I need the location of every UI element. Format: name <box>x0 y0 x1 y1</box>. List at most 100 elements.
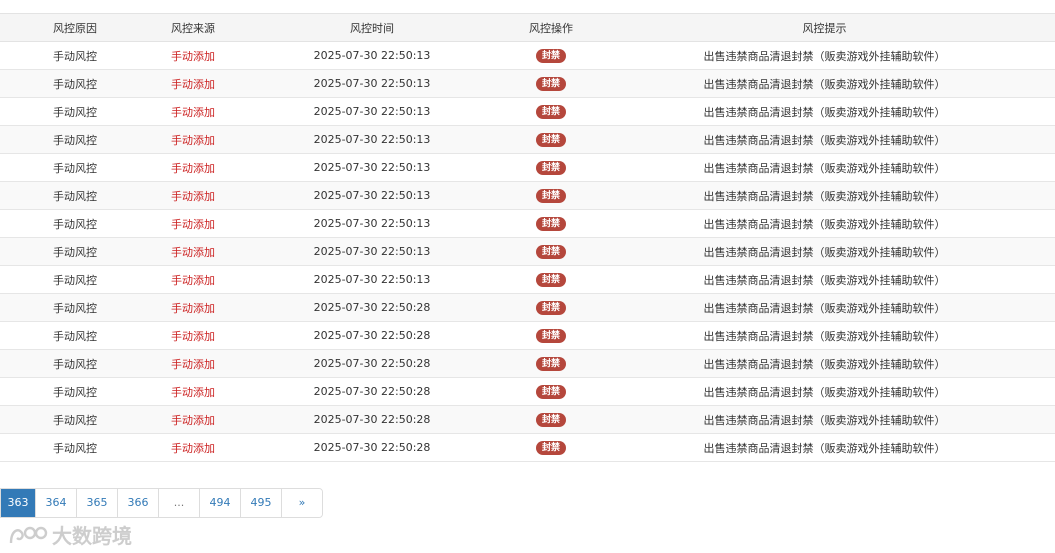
cell-reason: 手动风控 <box>0 237 150 266</box>
action-badge: 封禁 <box>535 384 566 399</box>
cell-reason: 手动风控 <box>0 349 150 378</box>
cell-reason: 手动风控 <box>0 265 150 294</box>
cell-tip: 出售违禁商品清退封禁（贩卖游戏外挂辅助软件） <box>594 125 1055 154</box>
cell-source: 手动添加 <box>150 41 236 70</box>
cell-source: 手动添加 <box>150 153 236 182</box>
cell-source: 手动添加 <box>150 97 236 126</box>
table-body: 手动风控 手动添加 2025-07-30 22:50:13 封禁 出售违禁商品清退封禁（… <box>0 41 1055 462</box>
cell-tip: 出售违禁商品清退封禁（贩卖游戏外挂辅助软件） <box>594 237 1055 266</box>
cell-source: 手动添加 <box>150 237 236 266</box>
action-badge: 封禁 <box>535 216 566 231</box>
column-header-tip[interactable]: 风控提示 <box>594 13 1055 42</box>
cell-tip: 出售违禁商品清退封禁（贩卖游戏外挂辅助软件） <box>594 209 1055 238</box>
cell-tip: 出售违禁商品清退封禁（贩卖游戏外挂辅助软件） <box>594 321 1055 350</box>
table-row: 手动风控 手动添加 2025-07-30 22:50:13 封禁 出售违禁商品清退封禁（… <box>0 181 1055 210</box>
cell-reason: 手动风控 <box>0 209 150 238</box>
cell-source: 手动添加 <box>150 349 236 378</box>
action-badge: 封禁 <box>535 300 566 315</box>
cell-time: 2025-07-30 22:50:28 <box>236 433 508 462</box>
table-header-row: 风控原因 风控来源 风控时间 风控操作 风控提示 <box>0 13 1055 42</box>
cell-time: 2025-07-30 22:50:13 <box>236 125 508 154</box>
table-row: 手动风控 手动添加 2025-07-30 22:50:28 封禁 出售违禁商品清退封禁（… <box>0 321 1055 350</box>
cell-source: 手动添加 <box>150 293 236 322</box>
column-header-time[interactable]: 风控时间 <box>236 13 508 42</box>
cell-source: 手动添加 <box>150 377 236 406</box>
cell-reason: 手动风控 <box>0 153 150 182</box>
action-badge: 封禁 <box>535 132 566 147</box>
table-header: 风控原因 风控来源 风控时间 风控操作 风控提示 <box>0 13 1055 42</box>
cell-reason: 手动风控 <box>0 181 150 210</box>
page: 风控原因 风控来源 风控时间 风控操作 风控提示 手动风控 手动添加 2025-07… <box>0 0 1055 553</box>
pagination-page-363[interactable]: 363 <box>1 489 35 517</box>
cell-tip: 出售违禁商品清退封禁（贩卖游戏外挂辅助软件） <box>594 433 1055 462</box>
pagination-page-495[interactable]: 495 <box>240 489 281 517</box>
action-badge: 封禁 <box>535 76 566 91</box>
table-row: 手动风控 手动添加 2025-07-30 22:50:13 封禁 出售违禁商品清退封禁（… <box>0 125 1055 154</box>
cell-action: 封禁 <box>508 321 594 350</box>
pagination-page-364[interactable]: 364 <box>35 489 76 517</box>
cell-source: 手动添加 <box>150 209 236 238</box>
cell-action: 封禁 <box>508 125 594 154</box>
cell-reason: 手动风控 <box>0 377 150 406</box>
cell-source: 手动添加 <box>150 265 236 294</box>
pagination-page-494[interactable]: 494 <box>199 489 240 517</box>
column-header-reason[interactable]: 风控原因 <box>0 13 150 42</box>
table-row: 手动风控 手动添加 2025-07-30 22:50:13 封禁 出售违禁商品清退封禁（… <box>0 69 1055 98</box>
action-badge: 封禁 <box>535 244 566 259</box>
cell-source: 手动添加 <box>150 321 236 350</box>
cell-time: 2025-07-30 22:50:13 <box>236 97 508 126</box>
pagination-page-366[interactable]: 366 <box>117 489 158 517</box>
column-header-source[interactable]: 风控来源 <box>150 13 236 42</box>
cell-reason: 手动风控 <box>0 293 150 322</box>
action-badge: 封禁 <box>535 412 566 427</box>
cell-action: 封禁 <box>508 41 594 70</box>
table-row: 手动风控 手动添加 2025-07-30 22:50:28 封禁 出售违禁商品清退封禁（… <box>0 405 1055 434</box>
table-row: 手动风控 手动添加 2025-07-30 22:50:13 封禁 出售违禁商品清退封禁（… <box>0 41 1055 70</box>
table-row: 手动风控 手动添加 2025-07-30 22:50:13 封禁 出售违禁商品清退封禁（… <box>0 153 1055 182</box>
action-badge: 封禁 <box>535 272 566 287</box>
action-badge: 封禁 <box>535 48 566 63</box>
cell-reason: 手动风控 <box>0 321 150 350</box>
cell-time: 2025-07-30 22:50:13 <box>236 237 508 266</box>
pagination-page-365[interactable]: 365 <box>76 489 117 517</box>
cell-tip: 出售违禁商品清退封禁（贩卖游戏外挂辅助软件） <box>594 41 1055 70</box>
cell-reason: 手动风控 <box>0 405 150 434</box>
table-row: 手动风控 手动添加 2025-07-30 22:50:28 封禁 出售违禁商品清退封禁（… <box>0 377 1055 406</box>
cell-source: 手动添加 <box>150 125 236 154</box>
cell-reason: 手动风控 <box>0 97 150 126</box>
cell-time: 2025-07-30 22:50:13 <box>236 69 508 98</box>
cell-source: 手动添加 <box>150 405 236 434</box>
cell-time: 2025-07-30 22:50:28 <box>236 321 508 350</box>
watermark-text: 大数跨境 <box>52 524 132 548</box>
cell-action: 封禁 <box>508 293 594 322</box>
cell-reason: 手动风控 <box>0 41 150 70</box>
pagination-ellipsis: ... <box>158 489 199 517</box>
cell-action: 封禁 <box>508 209 594 238</box>
cell-tip: 出售违禁商品清退封禁（贩卖游戏外挂辅助软件） <box>594 377 1055 406</box>
column-header-action[interactable]: 风控操作 <box>508 13 594 42</box>
action-badge: 封禁 <box>535 440 566 455</box>
table-row: 手动风控 手动添加 2025-07-30 22:50:28 封禁 出售违禁商品清退封禁（… <box>0 433 1055 462</box>
cell-time: 2025-07-30 22:50:28 <box>236 405 508 434</box>
cell-reason: 手动风控 <box>0 125 150 154</box>
action-badge: 封禁 <box>535 356 566 371</box>
pagination-next-button[interactable]: » <box>281 489 322 517</box>
cell-action: 封禁 <box>508 349 594 378</box>
cell-time: 2025-07-30 22:50:28 <box>236 349 508 378</box>
action-badge: 封禁 <box>535 328 566 343</box>
cell-source: 手动添加 <box>150 433 236 462</box>
cell-reason: 手动风控 <box>0 69 150 98</box>
cell-action: 封禁 <box>508 433 594 462</box>
cell-action: 封禁 <box>508 181 594 210</box>
cell-tip: 出售违禁商品清退封禁（贩卖游戏外挂辅助软件） <box>594 181 1055 210</box>
cell-source: 手动添加 <box>150 69 236 98</box>
action-badge: 封禁 <box>535 188 566 203</box>
cell-action: 封禁 <box>508 69 594 98</box>
table-row: 手动风控 手动添加 2025-07-30 22:50:28 封禁 出售违禁商品清退封禁（… <box>0 349 1055 378</box>
cell-tip: 出售违禁商品清退封禁（贩卖游戏外挂辅助软件） <box>594 293 1055 322</box>
cell-tip: 出售违禁商品清退封禁（贩卖游戏外挂辅助软件） <box>594 97 1055 126</box>
table-row: 手动风控 手动添加 2025-07-30 22:50:13 封禁 出售违禁商品清退封禁（… <box>0 97 1055 126</box>
cell-time: 2025-07-30 22:50:28 <box>236 377 508 406</box>
cell-time: 2025-07-30 22:50:13 <box>236 41 508 70</box>
cell-time: 2025-07-30 22:50:28 <box>236 293 508 322</box>
